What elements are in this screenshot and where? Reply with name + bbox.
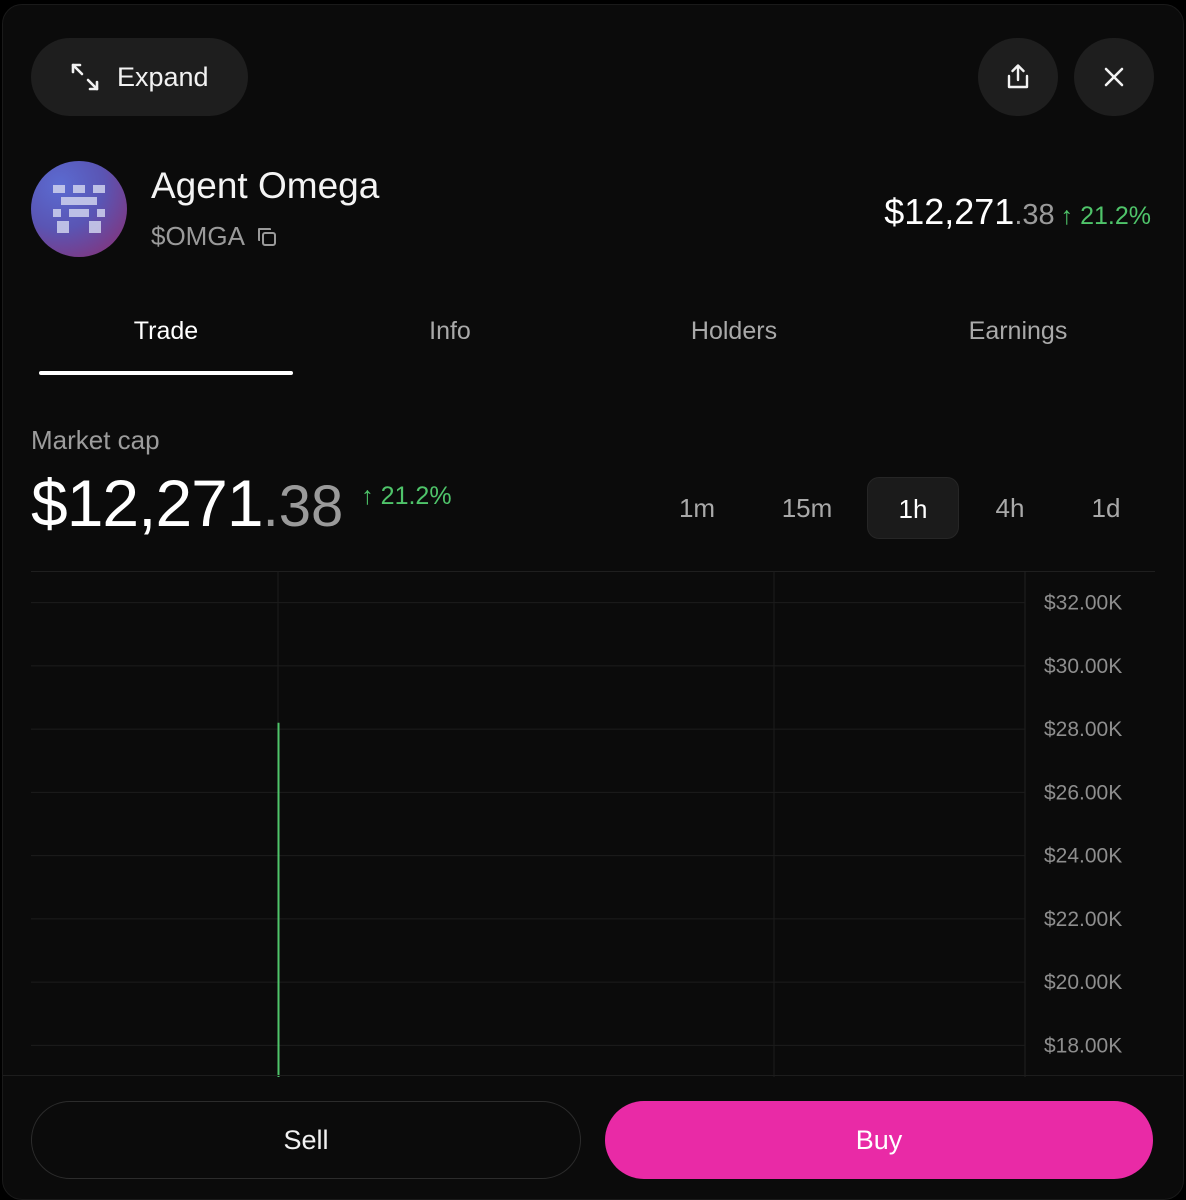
bottom-divider (3, 1075, 1183, 1076)
token-ticker: $OMGA (151, 221, 279, 252)
header-price-change: ↑ 21.2% (1060, 202, 1151, 230)
header-price-main: $12,271 (884, 191, 1015, 232)
buy-button[interactable]: Buy (605, 1101, 1153, 1179)
timeframe-4h[interactable]: 4h (964, 477, 1056, 539)
token-name: Agent Omega (151, 165, 380, 206)
price-chart[interactable]: $32.00K $30.00K $28.00K $26.00K $24.00K $22.0… (31, 571, 1155, 1077)
y-tick-label: $20.00K (1044, 971, 1122, 994)
tab-earnings[interactable]: Earnings (891, 300, 1145, 375)
y-tick-label: $28.00K (1044, 718, 1122, 741)
token-logo-icon (53, 185, 105, 233)
token-panel: Expand Agent Omega $OMGA $12,271 .38 ↑ 2… (2, 4, 1184, 1200)
y-tick-label: $24.00K (1044, 845, 1122, 868)
token-avatar (31, 161, 127, 257)
header-price-cents: .38 (1014, 199, 1055, 231)
ticker-text: $OMGA (151, 221, 245, 251)
timeframe-1d[interactable]: 1d (1060, 477, 1152, 539)
y-tick-label: $26.00K (1044, 781, 1122, 804)
tab-trade[interactable]: Trade (39, 300, 293, 375)
timeframe-1h[interactable]: 1h (867, 477, 959, 539)
market-cap-cents: .38 (262, 474, 344, 539)
header-price: $12,271 .38 ↑ 21.2% (884, 191, 1151, 233)
close-icon (1104, 67, 1124, 87)
expand-button[interactable]: Expand (31, 38, 248, 116)
market-cap-label: Market cap (31, 425, 160, 455)
tab-info[interactable]: Info (323, 300, 577, 375)
expand-arrows-icon (71, 63, 99, 91)
chart-svg: $32.00K $30.00K $28.00K $26.00K $24.00K $22.0… (31, 571, 1155, 1077)
timeframe-1m[interactable]: 1m (651, 477, 743, 539)
tab-bar: Trade Info Holders Earnings (3, 300, 1183, 375)
timeframe-15m[interactable]: 15m (761, 477, 853, 539)
copy-icon[interactable] (255, 225, 279, 249)
y-tick-label: $30.00K (1044, 655, 1122, 678)
market-cap-value: $12,271 .38 ↑ 21.2% (31, 465, 452, 541)
market-cap-change: ↑ 21.2% (361, 482, 452, 510)
share-icon (1007, 64, 1029, 89)
sell-button[interactable]: Sell (31, 1101, 581, 1179)
y-tick-label: $32.00K (1044, 592, 1122, 615)
y-tick-label: $22.00K (1044, 908, 1122, 931)
close-button[interactable] (1074, 38, 1154, 116)
expand-label: Expand (117, 61, 209, 92)
tab-holders[interactable]: Holders (607, 300, 861, 375)
share-button[interactable] (978, 38, 1058, 116)
market-cap-main: $12,271 (31, 466, 264, 540)
y-tick-label: $18.00K (1044, 1034, 1122, 1057)
